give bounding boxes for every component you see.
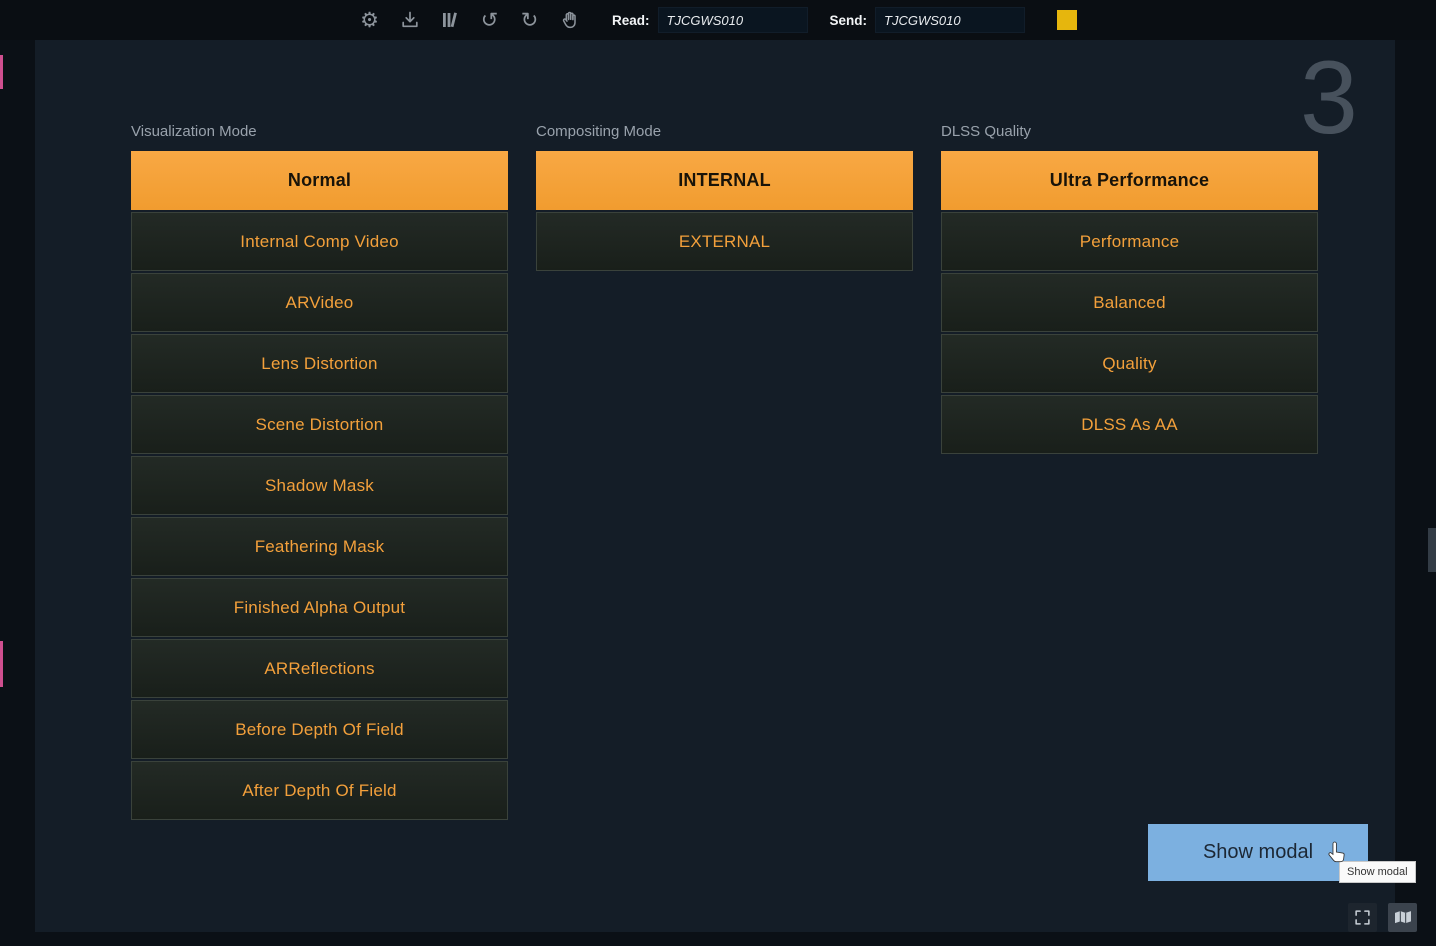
read-label: Read:	[612, 13, 650, 28]
option-button[interactable]: Performance	[941, 212, 1318, 271]
option-list: Normal Internal Comp Video ARVideo Lens …	[131, 151, 508, 820]
corner-icon-group	[1348, 903, 1417, 932]
visualization-mode-group: Visualization Mode Normal Internal Comp …	[131, 123, 508, 820]
map-icon[interactable]	[1388, 903, 1417, 932]
topbar: ⚙ ↺ ↻ Read: Send:	[0, 0, 1436, 40]
option-button[interactable]: Finished Alpha Output	[131, 578, 508, 637]
option-button[interactable]: After Depth Of Field	[131, 761, 508, 820]
option-list: Ultra Performance Performance Balanced Q…	[941, 151, 1318, 454]
io-cluster: Read: Send:	[612, 0, 1077, 40]
hand-icon[interactable]	[558, 7, 581, 33]
gear-icon[interactable]: ⚙	[358, 7, 381, 33]
send-label: Send:	[830, 13, 868, 28]
compositing-mode-group: Compositing Mode INTERNAL EXTERNAL	[536, 123, 913, 271]
option-button[interactable]: Lens Distortion	[131, 334, 508, 393]
option-button[interactable]: Feathering Mask	[131, 517, 508, 576]
edge-marker	[0, 641, 3, 687]
option-button[interactable]: Before Depth Of Field	[131, 700, 508, 759]
option-button[interactable]: Normal	[131, 151, 508, 210]
scrollbar-thumb[interactable]	[1428, 528, 1436, 572]
group-label: Visualization Mode	[131, 123, 508, 142]
option-button[interactable]: Scene Distortion	[131, 395, 508, 454]
group-label: Compositing Mode	[536, 123, 913, 142]
edge-marker	[0, 55, 3, 89]
group-label: DLSS Quality	[941, 123, 1318, 142]
option-list: INTERNAL EXTERNAL	[536, 151, 913, 271]
history-icon[interactable]: ↺	[478, 7, 501, 33]
option-button[interactable]: EXTERNAL	[536, 212, 913, 271]
option-button[interactable]: ARReflections	[131, 639, 508, 698]
show-modal-tooltip: Show modal	[1339, 861, 1416, 883]
option-button[interactable]: Balanced	[941, 273, 1318, 332]
library-icon[interactable]	[438, 7, 461, 33]
download-icon[interactable]	[398, 7, 421, 33]
dlss-quality-group: DLSS Quality Ultra Performance Performan…	[941, 123, 1318, 454]
mouse-cursor-icon	[1326, 841, 1347, 869]
send-input[interactable]	[875, 7, 1025, 33]
refresh-icon[interactable]: ↻	[518, 7, 541, 33]
topbar-icon-group: ⚙ ↺ ↻	[358, 0, 581, 40]
option-button[interactable]: Shadow Mask	[131, 456, 508, 515]
option-button[interactable]: DLSS As AA	[941, 395, 1318, 454]
option-button[interactable]: Quality	[941, 334, 1318, 393]
option-button[interactable]: Ultra Performance	[941, 151, 1318, 210]
option-button[interactable]: ARVideo	[131, 273, 508, 332]
option-button[interactable]: Internal Comp Video	[131, 212, 508, 271]
read-input[interactable]	[658, 7, 808, 33]
status-indicator	[1057, 10, 1077, 30]
option-button[interactable]: INTERNAL	[536, 151, 913, 210]
fullscreen-icon[interactable]	[1348, 903, 1377, 932]
